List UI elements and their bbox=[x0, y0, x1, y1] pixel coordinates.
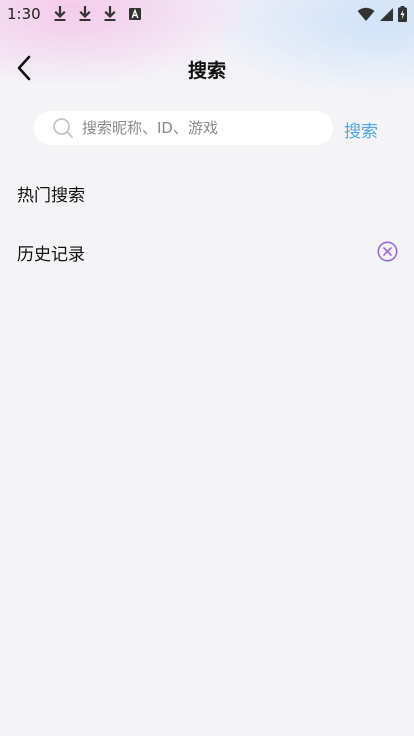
battery-charging-icon bbox=[398, 6, 407, 22]
search-box[interactable] bbox=[34, 111, 333, 145]
search-icon bbox=[52, 117, 74, 139]
navigation-bar: 搜索 bbox=[0, 44, 414, 92]
hot-search-title: 热门搜索 bbox=[17, 186, 85, 206]
clear-circle-x-icon bbox=[377, 241, 397, 261]
clear-history-button[interactable] bbox=[376, 240, 398, 262]
search-history-title: 历史记录 bbox=[17, 245, 85, 265]
download-icon bbox=[102, 6, 118, 22]
status-system-icons bbox=[353, 6, 407, 22]
search-submit-button[interactable]: 搜索 bbox=[344, 117, 378, 142]
download-icon bbox=[77, 6, 93, 22]
status-bar: 1:30 bbox=[0, 0, 414, 28]
search-input[interactable] bbox=[82, 119, 312, 137]
signal-icon bbox=[379, 7, 394, 22]
wifi-icon bbox=[357, 7, 375, 22]
status-time: 1:30 bbox=[7, 5, 41, 23]
status-notification-icons bbox=[52, 6, 152, 22]
a-box-icon bbox=[127, 6, 143, 22]
download-icon bbox=[52, 6, 68, 22]
search-row: 搜索 bbox=[0, 111, 414, 145]
page-title: 搜索 bbox=[187, 60, 226, 82]
